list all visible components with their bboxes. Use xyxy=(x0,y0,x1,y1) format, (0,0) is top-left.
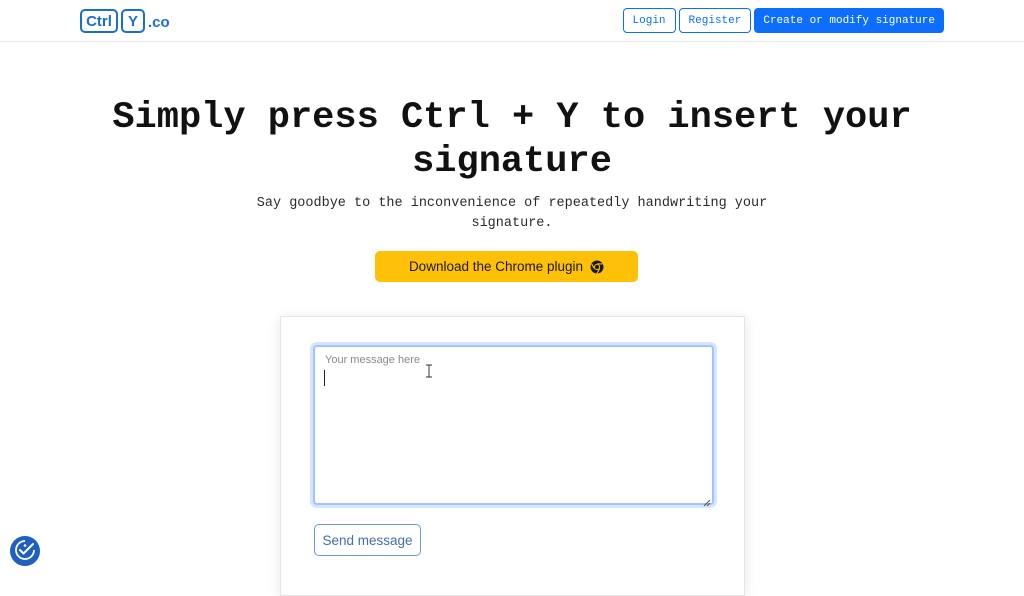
create-signature-button[interactable]: Create or modify signature xyxy=(754,8,944,33)
logo[interactable]: Ctrl Y .co xyxy=(80,9,170,33)
register-button[interactable]: Register xyxy=(678,8,752,33)
message-card: Send message xyxy=(280,316,745,596)
chrome-icon xyxy=(590,260,604,274)
hero-subtitle: Say goodbye to the inconvenience of repe… xyxy=(256,196,768,231)
login-button[interactable]: Login xyxy=(622,8,676,33)
download-button-label: Download the Chrome plugin xyxy=(408,259,584,274)
accessibility-button[interactable] xyxy=(10,536,40,566)
nav-actions: Login Register Create or modify signatur… xyxy=(622,8,944,33)
ibeam-cursor-icon xyxy=(425,364,433,378)
logo-key-y: Y xyxy=(121,9,145,33)
message-input[interactable] xyxy=(313,345,714,505)
download-chrome-plugin-button[interactable]: Download the Chrome plugin xyxy=(375,251,638,282)
resize-handle-icon[interactable] xyxy=(703,494,711,507)
text-caret xyxy=(324,370,325,386)
hero-title: Simply press Ctrl + Y to insert your sig… xyxy=(112,97,912,183)
send-message-button[interactable]: Send message xyxy=(314,524,421,556)
logo-key-ctrl: Ctrl xyxy=(80,9,118,33)
logo-suffix: .co xyxy=(148,14,170,31)
accessibility-check-icon xyxy=(14,539,36,564)
navbar: Ctrl Y .co Login Register Create or modi… xyxy=(0,0,1024,42)
